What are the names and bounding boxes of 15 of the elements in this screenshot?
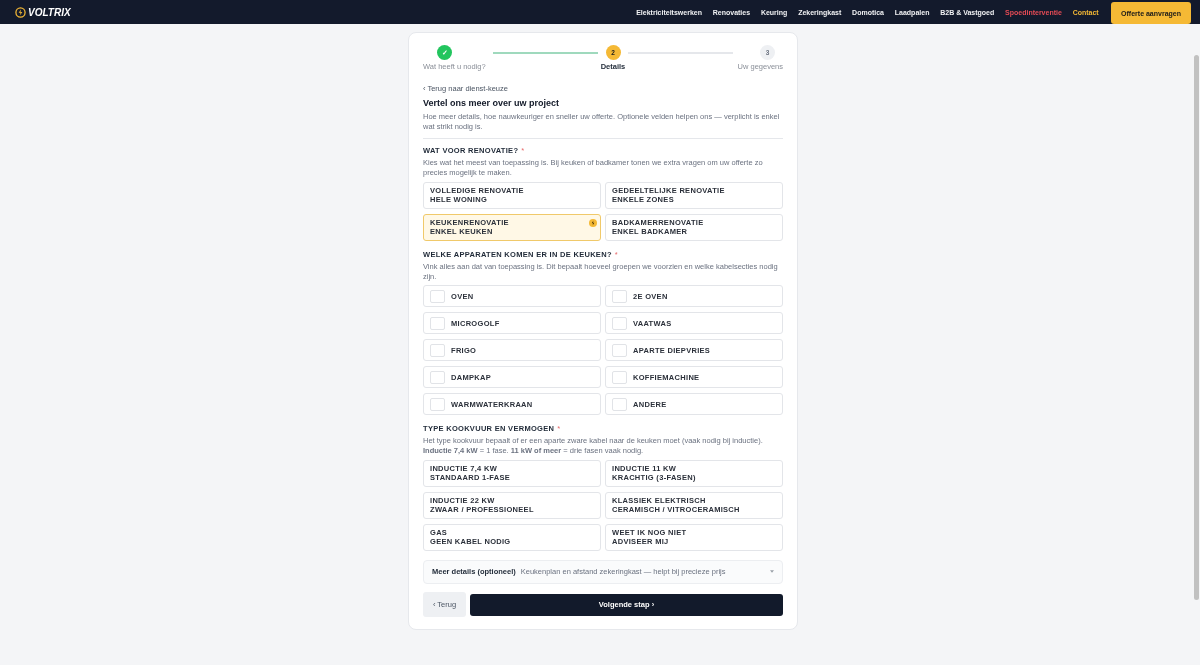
checkbox[interactable] xyxy=(430,397,445,411)
checkbox[interactable] xyxy=(430,370,445,384)
checkbox[interactable] xyxy=(430,316,445,330)
checkbox[interactable] xyxy=(612,343,627,357)
checkbox[interactable] xyxy=(430,289,445,303)
selected-bolt-icon xyxy=(589,218,597,227)
power-bolt-icon xyxy=(15,6,26,18)
checkbox[interactable] xyxy=(430,343,445,357)
form-title: Vertel ons meer over uw project xyxy=(423,98,561,108)
checkbox[interactable] xyxy=(612,397,627,411)
brand-logo[interactable]: VOLTRIX xyxy=(15,6,71,18)
scrollbar[interactable] xyxy=(1194,55,1199,600)
checkbox[interactable] xyxy=(612,289,627,303)
checkbox[interactable] xyxy=(612,370,627,384)
checkbox[interactable] xyxy=(612,316,627,330)
